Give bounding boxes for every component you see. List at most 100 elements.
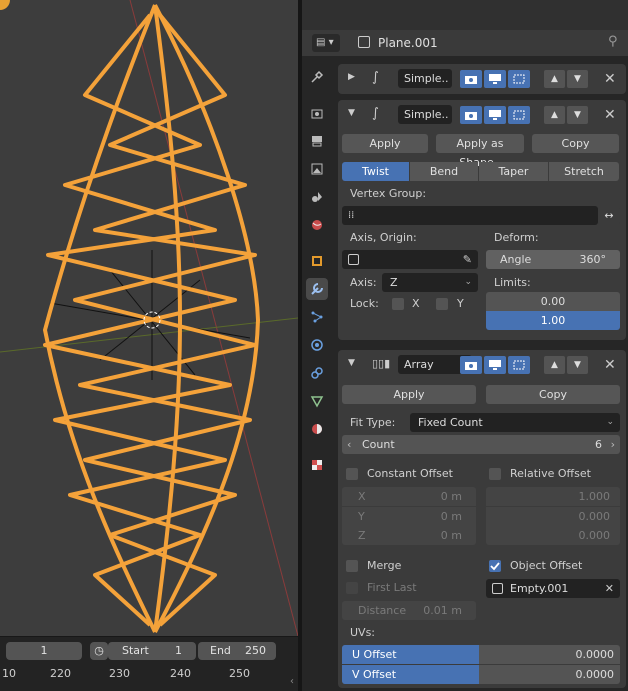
mode-twist-button[interactable]: Twist [342, 162, 409, 181]
remove-modifier-icon[interactable]: ✕ [604, 72, 616, 86]
origin-object-field[interactable]: ✎ [342, 250, 478, 269]
constraints-tab-icon[interactable] [306, 362, 328, 384]
chevron-down-icon: ⌄ [464, 277, 472, 287]
collapse-arrow-icon[interactable]: ▼ [348, 358, 355, 368]
mode-bend-button[interactable]: Bend [410, 162, 478, 181]
3d-viewport[interactable] [0, 0, 298, 636]
limits-label: Limits: [494, 276, 531, 289]
cage-icon[interactable] [508, 106, 530, 124]
mode-taper-button[interactable]: Taper [479, 162, 548, 181]
apply-as-shape-button[interactable]: Apply as Shape.. [436, 134, 524, 169]
material-tab-icon[interactable] [306, 418, 328, 440]
object-offset-checkbox[interactable] [489, 560, 501, 572]
move-down-icon[interactable]: ▼ [567, 106, 588, 124]
editmode-icon[interactable] [460, 70, 482, 88]
collapse-arrow-icon[interactable]: ▼ [348, 108, 355, 118]
apply-button[interactable]: Apply [342, 385, 476, 404]
increment-icon[interactable]: › [611, 435, 615, 454]
world-tab-icon[interactable] [306, 214, 328, 236]
offset-object-field[interactable]: Empty.001 ✕ [486, 579, 620, 598]
end-value: 250 [245, 644, 266, 657]
constant-offset-z[interactable]: Z 0 m [342, 526, 476, 545]
constant-offset-y[interactable]: Y 0 m [342, 507, 476, 526]
deform-label: Deform: [494, 231, 539, 244]
cage-icon[interactable] [508, 70, 530, 88]
realtime-icon[interactable] [484, 70, 506, 88]
invert-vertex-group-icon[interactable]: ↔ [598, 206, 620, 225]
view-layer-tab-icon[interactable] [306, 158, 328, 180]
angle-field[interactable]: Angle 360° [486, 250, 620, 269]
merge-checkbox[interactable] [346, 560, 358, 572]
first-last-label: First Last [367, 581, 417, 594]
angle-label: Angle [500, 253, 532, 266]
first-last-checkbox[interactable] [346, 582, 358, 594]
constant-offset-x[interactable]: X 0 m [342, 487, 476, 506]
editor-type-dropdown[interactable]: ▤ ▾ [312, 34, 340, 52]
relative-offset-x[interactable]: 1.000 [486, 487, 620, 506]
remove-modifier-icon[interactable]: ✕ [604, 108, 616, 122]
start-frame-field[interactable]: Start 1 [108, 642, 196, 660]
move-up-icon[interactable]: ▲ [544, 106, 565, 124]
offset-object-value: Empty.001 [510, 582, 569, 595]
timeline[interactable]: 1 ◷ Start 1 End 250 [0, 636, 298, 691]
lock-x-checkbox[interactable] [392, 298, 404, 310]
render-tab-icon[interactable] [306, 102, 328, 124]
move-up-icon[interactable]: ▲ [544, 70, 565, 88]
move-up-icon[interactable]: ▲ [544, 356, 565, 374]
v-offset-field[interactable]: V Offset 0.0000 [342, 665, 620, 684]
angle-value: 360° [579, 253, 607, 266]
constant-offset-checkbox[interactable] [346, 468, 358, 480]
start-value: 1 [175, 644, 182, 657]
data-tab-icon[interactable] [306, 390, 328, 412]
mode-stretch-button[interactable]: Stretch [549, 162, 619, 181]
relative-offset-checkbox[interactable] [489, 468, 501, 480]
apply-button[interactable]: Apply [342, 134, 428, 153]
cage-icon[interactable] [508, 356, 530, 374]
copy-button[interactable]: Copy [532, 134, 619, 153]
vertex-group-field[interactable]: ⁞⁞ [342, 206, 598, 225]
current-frame-field[interactable]: 1 [6, 642, 82, 660]
physics-tab-icon[interactable] [306, 334, 328, 356]
clock-icon[interactable]: ◷ [90, 642, 108, 660]
u-offset-field[interactable]: U Offset 0.0000 [342, 645, 620, 664]
count-field[interactable]: ‹ Count 6 › [342, 435, 620, 454]
move-down-icon[interactable]: ▼ [567, 70, 588, 88]
clear-icon[interactable]: ✕ [605, 579, 614, 598]
editmode-icon[interactable] [460, 356, 482, 374]
modifier-tab-icon[interactable] [306, 278, 328, 300]
realtime-icon[interactable] [484, 356, 506, 374]
move-down-icon[interactable]: ▼ [567, 356, 588, 374]
object-tab-icon[interactable] [306, 250, 328, 272]
u-offset-label: U Offset [352, 648, 397, 661]
object-icon [492, 583, 503, 594]
copy-button[interactable]: Copy [486, 385, 620, 404]
realtime-icon[interactable] [484, 106, 506, 124]
texture-tab-icon[interactable] [306, 454, 328, 476]
axis-select[interactable]: Z ⌄ [382, 273, 478, 292]
y-value: 0 m [440, 510, 462, 523]
end-frame-field[interactable]: End 250 [198, 642, 276, 660]
decrement-icon[interactable]: ‹ [347, 435, 351, 454]
collapse-icon[interactable]: ‹ [290, 676, 294, 687]
end-label: End [210, 644, 231, 657]
relative-offset-y[interactable]: 0.000 [486, 507, 620, 526]
limit-high-field[interactable]: 1.00 [486, 311, 620, 330]
distance-label: Distance [358, 604, 407, 617]
particles-tab-icon[interactable] [306, 306, 328, 328]
relative-offset-z[interactable]: 0.000 [486, 526, 620, 545]
editmode-icon[interactable] [460, 106, 482, 124]
tool-tab-icon[interactable] [306, 66, 328, 88]
merge-distance-field[interactable]: Distance 0.01 m [342, 601, 476, 620]
pin-icon[interactable]: ⚲ [608, 34, 618, 49]
expand-arrow-icon[interactable]: ▶ [348, 72, 355, 82]
limit-low-field[interactable]: 0.00 [486, 292, 620, 311]
scene-tab-icon[interactable] [306, 186, 328, 208]
modifier-name-field[interactable]: Simple.. [398, 69, 452, 88]
fit-type-select[interactable]: Fixed Count ⌄ [410, 413, 620, 432]
modifier-name-field[interactable]: Simple.. [398, 105, 452, 124]
remove-modifier-icon[interactable]: ✕ [604, 358, 616, 372]
output-tab-icon[interactable] [306, 130, 328, 152]
eyedropper-icon[interactable]: ✎ [463, 250, 472, 269]
count-label: Count [362, 438, 395, 451]
lock-y-checkbox[interactable] [436, 298, 448, 310]
